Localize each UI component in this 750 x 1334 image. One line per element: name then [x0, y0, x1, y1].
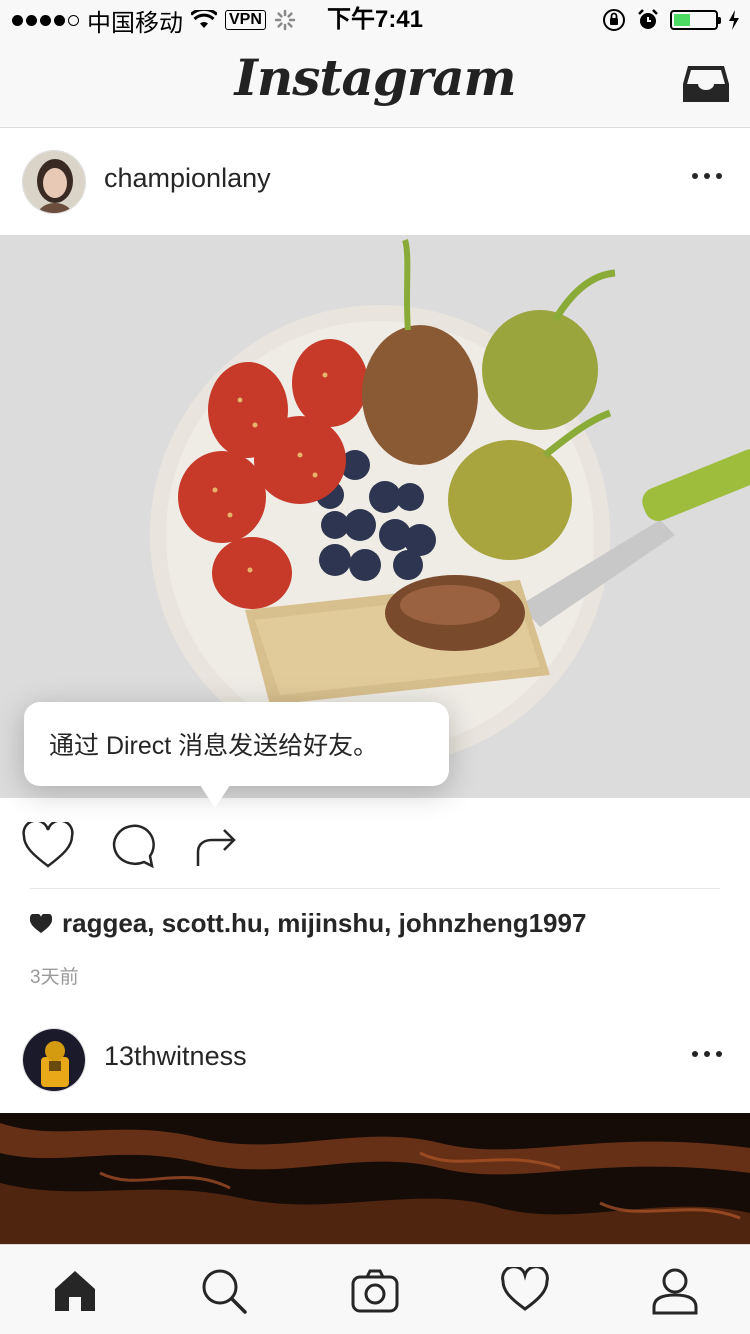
post-username[interactable]: championlany	[104, 163, 271, 194]
nav-bar: Instagram	[0, 40, 750, 128]
tooltip-arrow	[198, 782, 232, 808]
post-photo[interactable]	[0, 1113, 750, 1244]
heart-icon[interactable]	[22, 822, 74, 870]
divider	[30, 888, 720, 889]
post-username[interactable]: 13thwitness	[104, 1041, 247, 1072]
share-icon[interactable]	[192, 822, 244, 870]
camera-icon[interactable]	[351, 1267, 399, 1315]
home-icon[interactable]	[51, 1267, 99, 1315]
post-header: championlany	[0, 129, 750, 235]
heart-filled-icon	[30, 913, 52, 933]
status-bar: 中国移动 VPN 下午7:41	[0, 0, 750, 40]
tab-bar	[0, 1244, 750, 1334]
profile-icon[interactable]	[651, 1267, 699, 1315]
likes-row[interactable]: raggea, scott.hu, mijinshu, johnzheng199…	[30, 908, 586, 939]
liked-by-text[interactable]: raggea, scott.hu, mijinshu, johnzheng199…	[62, 908, 586, 939]
more-options-icon[interactable]	[692, 161, 722, 191]
rotation-lock-icon	[603, 9, 625, 31]
alarm-icon	[638, 9, 658, 29]
post-header: 13thwitness	[0, 1007, 750, 1113]
inbox-icon[interactable]	[682, 64, 730, 104]
search-icon[interactable]	[200, 1267, 248, 1315]
more-options-icon[interactable]	[692, 1039, 722, 1069]
battery-icon	[670, 10, 721, 30]
post-timestamp: 3天前	[30, 967, 79, 988]
charging-icon	[729, 10, 739, 30]
comment-icon[interactable]	[106, 822, 158, 870]
direct-share-tooltip[interactable]: 通过 Direct 消息发送给好友。	[24, 702, 449, 786]
heart-icon[interactable]	[501, 1267, 549, 1315]
avatar[interactable]	[22, 1028, 86, 1092]
instagram-logo: Instagram	[234, 48, 517, 107]
avatar[interactable]	[22, 150, 86, 214]
post-actions	[0, 798, 750, 888]
